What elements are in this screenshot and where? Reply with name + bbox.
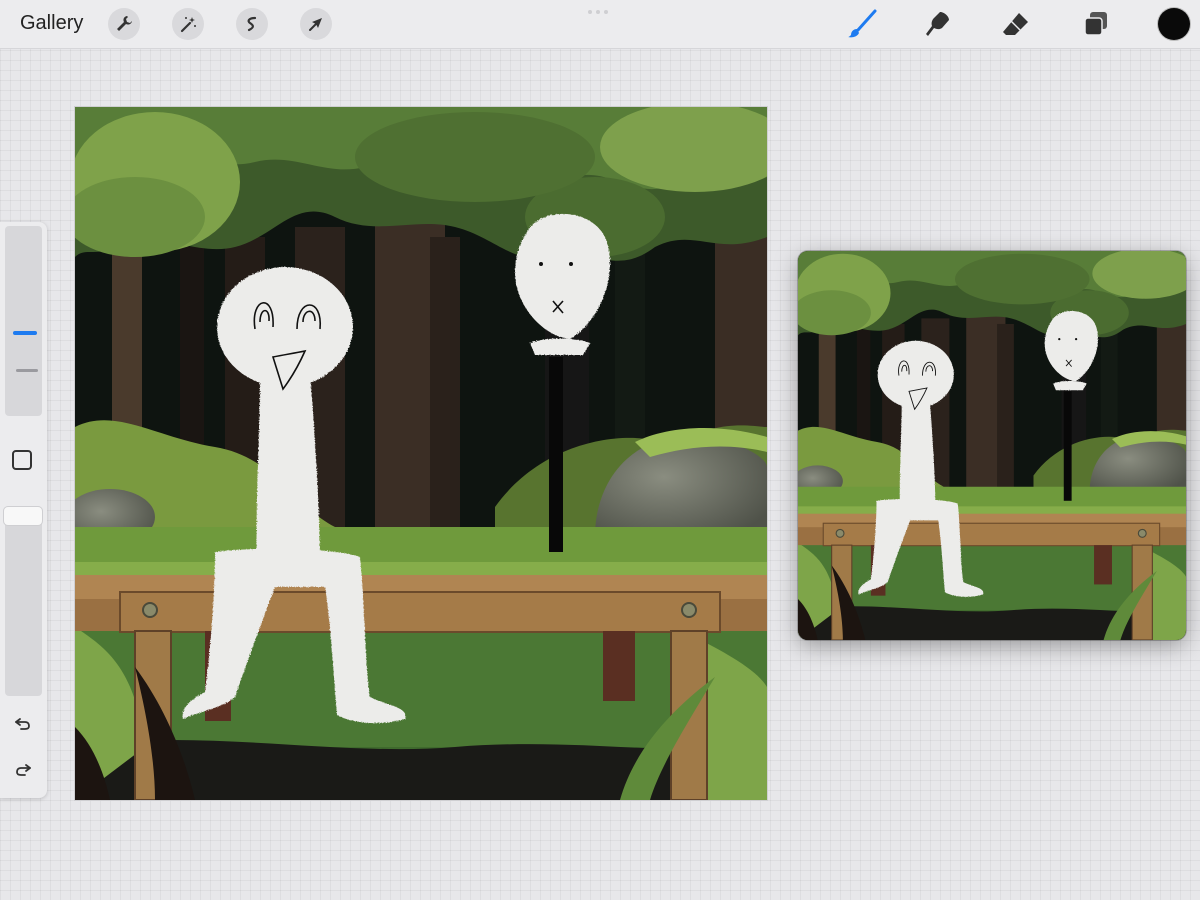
magic-wand-icon[interactable]: [172, 8, 204, 40]
left-sidebar: [0, 222, 47, 798]
reference-artwork: [798, 251, 1186, 640]
redo-icon[interactable]: [12, 758, 34, 780]
drawing-canvas[interactable]: [75, 107, 767, 800]
modify-button[interactable]: [12, 450, 32, 470]
opacity-slider[interactable]: [5, 506, 42, 696]
wrench-icon[interactable]: [108, 8, 140, 40]
reference-window[interactable]: [798, 251, 1186, 640]
opacity-thumb[interactable]: [4, 507, 42, 525]
transform-arrow-icon[interactable]: [300, 8, 332, 40]
selection-icon[interactable]: [236, 8, 268, 40]
top-toolbar: Gallery: [0, 0, 1200, 49]
brush-size-marker: [16, 369, 38, 372]
layers-icon[interactable]: [1080, 8, 1112, 40]
brush-size-slider[interactable]: [5, 226, 42, 416]
brush-size-thumb[interactable]: [13, 331, 37, 335]
eraser-icon[interactable]: [1000, 8, 1032, 40]
brush-icon[interactable]: [846, 8, 878, 40]
smudge-icon[interactable]: [922, 8, 954, 40]
canvas-artwork: [75, 107, 767, 800]
undo-icon[interactable]: [12, 712, 34, 734]
grab-handle[interactable]: [588, 10, 608, 14]
gallery-button[interactable]: Gallery: [20, 12, 83, 35]
color-picker-button[interactable]: [1158, 8, 1190, 40]
